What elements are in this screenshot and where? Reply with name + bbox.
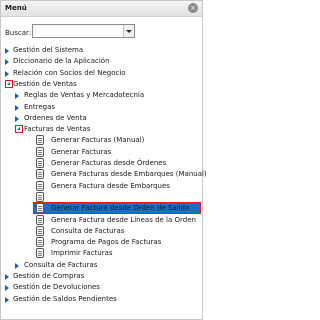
- close-icon[interactable]: ×: [188, 3, 198, 13]
- menu-item-label: Generar Facturas (Manual): [51, 136, 145, 144]
- document-icon: [36, 192, 44, 202]
- expand-arrow-icon[interactable]: [15, 263, 19, 269]
- document-icon: [36, 147, 44, 157]
- menu-item-label: Entregas: [24, 103, 56, 111]
- menu-item-label: Ordenes de Venta: [24, 114, 87, 122]
- menu-item-label: Gestión del Sistema: [13, 46, 84, 54]
- document-icon: [36, 135, 44, 145]
- menu-item-label: Gestión de Devoluciones: [13, 283, 100, 291]
- menu-item-label: Facturas de Ventas: [24, 125, 91, 133]
- expand-arrow-icon[interactable]: [15, 105, 19, 111]
- menu-item-label: Consulta de Facturas: [51, 227, 125, 235]
- menu-item-label: Consulta de Facturas: [24, 261, 98, 269]
- expand-arrow-icon[interactable]: [5, 274, 9, 280]
- collapse-arrow-icon[interactable]: [15, 125, 23, 133]
- document-icon: [36, 215, 44, 225]
- expand-arrow-icon[interactable]: [5, 297, 9, 303]
- document-icon: [36, 226, 44, 236]
- menu-item-label: Generar Facturas: [51, 148, 112, 156]
- menu-item-label: Relación con Socios del Negocio: [13, 69, 126, 77]
- expand-arrow-icon[interactable]: [5, 48, 9, 54]
- document-icon: [36, 248, 44, 258]
- expand-arrow-icon[interactable]: [5, 285, 9, 291]
- document-icon: [36, 158, 44, 168]
- menu-item-label: Gestión de Compras: [13, 272, 85, 280]
- expand-arrow-icon[interactable]: [5, 59, 9, 65]
- document-icon: [36, 237, 44, 247]
- search-combobox[interactable]: [32, 24, 135, 38]
- document-icon: [36, 169, 44, 179]
- menu-item-label: Genera Factura desde Embarques: [51, 182, 170, 190]
- menu-item-label: Generar Facturas desde Órdenes: [51, 159, 167, 167]
- menu-panel: Menú × Buscar: Gestión del Sistema Diccio…: [0, 0, 207, 320]
- document-icon: [36, 203, 44, 213]
- menu-item-label: Generar Factura desde Orden de Salida: [51, 204, 190, 212]
- menu-item-label: Documentos por Cobrar: [51, 193, 135, 201]
- menu-item-label: Gestión de Saldos Pendientes: [13, 295, 117, 303]
- menu-title: Menú: [5, 4, 27, 12]
- chevron-down-icon[interactable]: [123, 25, 134, 37]
- document-icon: [36, 181, 44, 191]
- menu-item-label: Programa de Pagos de Facturas: [51, 238, 162, 246]
- menu-item-label: Genera Facturas desde Embarques (Manual): [51, 170, 207, 178]
- menu-item-label: Genera Factura desde Lineas de la Orden: [51, 216, 196, 224]
- menu-item-label: Diccionario de la Aplicación: [13, 57, 110, 65]
- expand-arrow-icon[interactable]: [5, 71, 9, 77]
- expand-arrow-icon[interactable]: [15, 93, 19, 99]
- collapse-arrow-icon[interactable]: [5, 80, 13, 88]
- menu-item-label: Reglas de Ventas y Mercadotecnia: [24, 91, 145, 99]
- search-label: Buscar:: [5, 29, 32, 37]
- menu-header: Menú ×: [1, 1, 202, 17]
- menu-item-label: Imprimir Facturas: [51, 249, 113, 257]
- menu-item-label: Gestión de Ventas: [13, 80, 77, 88]
- expand-arrow-icon[interactable]: [15, 116, 19, 122]
